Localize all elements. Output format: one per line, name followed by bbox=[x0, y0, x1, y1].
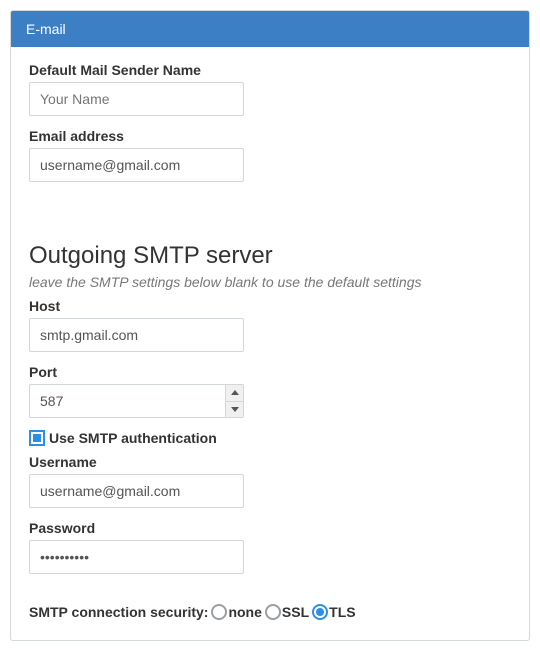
port-spinner bbox=[225, 385, 243, 417]
chevron-up-icon bbox=[231, 390, 239, 395]
security-option-none: none bbox=[228, 604, 261, 620]
smtp-auth-row: Use SMTP authentication bbox=[29, 430, 511, 446]
smtp-auth-label: Use SMTP authentication bbox=[49, 430, 217, 446]
host-input[interactable] bbox=[29, 318, 244, 352]
security-radio-none[interactable] bbox=[211, 604, 227, 620]
email-settings-panel: E-mail Default Mail Sender Name Email ad… bbox=[10, 10, 530, 641]
password-group: Password bbox=[29, 520, 511, 574]
host-group: Host bbox=[29, 298, 511, 352]
password-input[interactable] bbox=[29, 540, 244, 574]
port-step-down[interactable] bbox=[226, 402, 243, 418]
security-row: SMTP connection security: none SSL TLS bbox=[29, 604, 511, 620]
security-label: SMTP connection security: bbox=[29, 604, 208, 620]
password-label: Password bbox=[29, 520, 511, 536]
email-address-input[interactable] bbox=[29, 148, 244, 182]
port-input[interactable] bbox=[29, 384, 244, 418]
security-radio-tls[interactable] bbox=[312, 604, 328, 620]
panel-title: E-mail bbox=[26, 21, 66, 37]
security-radio-ssl[interactable] bbox=[265, 604, 281, 620]
username-label: Username bbox=[29, 454, 511, 470]
chevron-down-icon bbox=[231, 407, 239, 412]
smtp-auth-checkbox[interactable] bbox=[29, 430, 45, 446]
username-input[interactable] bbox=[29, 474, 244, 508]
port-group: Port bbox=[29, 364, 511, 418]
port-label: Port bbox=[29, 364, 511, 380]
sender-name-group: Default Mail Sender Name bbox=[29, 62, 511, 116]
sender-name-input[interactable] bbox=[29, 82, 244, 116]
email-address-group: Email address bbox=[29, 128, 511, 182]
email-address-label: Email address bbox=[29, 128, 511, 144]
sender-name-label: Default Mail Sender Name bbox=[29, 62, 511, 78]
security-option-tls: TLS bbox=[329, 604, 355, 620]
panel-header: E-mail bbox=[11, 11, 529, 47]
security-option-ssl: SSL bbox=[282, 604, 309, 620]
username-group: Username bbox=[29, 454, 511, 508]
host-label: Host bbox=[29, 298, 511, 314]
smtp-hint: leave the SMTP settings below blank to u… bbox=[29, 274, 511, 290]
smtp-heading: Outgoing SMTP server bbox=[29, 242, 511, 270]
port-step-up[interactable] bbox=[226, 385, 243, 402]
panel-body: Default Mail Sender Name Email address O… bbox=[11, 47, 529, 640]
